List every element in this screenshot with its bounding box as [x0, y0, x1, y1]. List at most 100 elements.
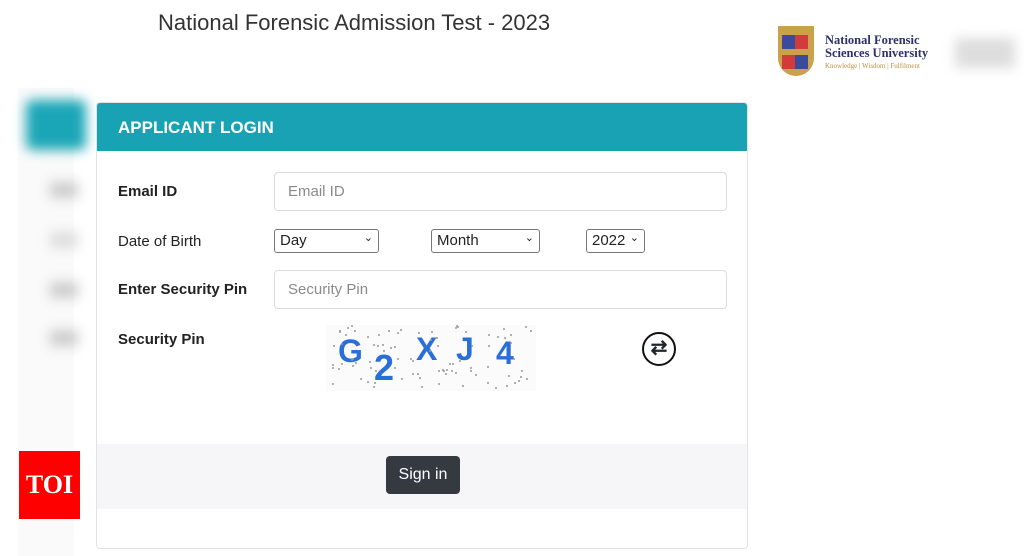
chevron-down-icon: ⌄ — [364, 231, 373, 244]
dob-label: Date of Birth — [118, 233, 201, 250]
captcha-noise-dot — [513, 358, 515, 360]
blurred-background-item — [50, 232, 78, 248]
captcha-noise-dot — [487, 382, 489, 384]
captcha-noise-dot — [510, 342, 512, 344]
captcha-noise-dot — [341, 363, 343, 365]
chevron-down-icon: ⌄ — [630, 231, 639, 244]
captcha-noise-dot — [506, 385, 508, 387]
captcha-noise-dot — [332, 383, 334, 385]
captcha-noise-dot — [470, 367, 472, 369]
day-value: Day — [280, 232, 307, 249]
captcha-noise-dot — [525, 326, 527, 328]
captcha-label: Security Pin — [118, 331, 205, 348]
captcha-noise-dot — [412, 360, 414, 362]
captcha-noise-dot — [417, 373, 419, 375]
captcha-noise-dot — [488, 334, 490, 336]
blurred-background-item — [50, 182, 78, 198]
captcha-noise-dot — [394, 346, 396, 348]
login-card: APPLICANT LOGIN Email ID Email ID Date o… — [96, 102, 748, 549]
captcha-noise-dot — [367, 381, 369, 383]
captcha-noise-dot — [457, 326, 459, 328]
captcha-noise-dot — [470, 370, 472, 372]
captcha-noise-dot — [520, 376, 522, 378]
card-header: APPLICANT LOGIN — [97, 103, 747, 151]
captcha-noise-dot — [455, 327, 457, 329]
captcha-noise-dot — [514, 382, 516, 384]
captcha-noise-dot — [370, 367, 372, 369]
captcha-noise-dot — [374, 382, 376, 384]
captcha-noise-dot — [367, 336, 369, 338]
captcha-char: J — [456, 331, 474, 368]
captcha-noise-dot — [400, 329, 402, 331]
captcha-noise-dot — [449, 363, 451, 365]
captcha-noise-dot — [438, 370, 440, 372]
email-input[interactable]: Email ID — [274, 172, 727, 211]
sign-in-button[interactable]: Sign in — [386, 456, 460, 494]
captcha-noise-dot — [438, 383, 440, 385]
captcha-noise-dot — [521, 370, 523, 372]
captcha-noise-dot — [332, 367, 334, 369]
captcha-noise-dot — [437, 345, 439, 347]
captcha-noise-dot — [487, 366, 489, 368]
nfsu-logo: National Forensic Sciences University Kno… — [770, 22, 950, 94]
captcha-char: 2 — [374, 347, 394, 389]
captcha-noise-dot — [360, 378, 362, 380]
captcha-noise-dot — [401, 378, 403, 380]
crest-icon — [778, 26, 814, 76]
captcha-noise-dot — [471, 345, 473, 347]
card-footer: Sign in — [97, 444, 747, 509]
captcha-noise-dot — [419, 377, 421, 379]
captcha-noise-dot — [373, 344, 375, 346]
captcha-noise-dot — [497, 336, 499, 338]
security-pin-input[interactable]: Security Pin — [274, 270, 727, 309]
captcha-noise-dot — [369, 361, 371, 363]
day-select[interactable]: Day ⌄ — [274, 229, 379, 253]
captcha-noise-dot — [394, 367, 396, 369]
captcha-noise-dot — [351, 359, 353, 361]
captcha-noise-dot — [488, 345, 490, 347]
year-select[interactable]: 2022 ⌄ — [586, 229, 645, 253]
month-value: Month — [437, 232, 479, 249]
toi-watermark-logo: TOI — [19, 451, 80, 519]
blurred-background-item — [50, 282, 78, 298]
year-value: 2022 — [592, 232, 625, 249]
captcha-noise-dot — [503, 328, 505, 330]
captcha-noise-dot — [354, 330, 356, 332]
captcha-noise-dot — [378, 334, 380, 336]
captcha-noise-dot — [412, 373, 414, 375]
captcha-noise-dot — [445, 373, 447, 375]
captcha-noise-dot — [475, 374, 477, 376]
captcha-noise-dot — [351, 325, 353, 327]
captcha-noise-dot — [347, 327, 349, 329]
captcha-char: 4 — [496, 335, 514, 372]
captcha-noise-dot — [397, 332, 399, 334]
captcha-noise-dot — [462, 385, 464, 387]
security-pin-label: Enter Security Pin — [118, 281, 247, 298]
page-title: National Forensic Admission Test - 2023 — [158, 10, 550, 36]
blurred-background-header — [26, 100, 86, 150]
captcha-noise-dot — [333, 345, 335, 347]
blurred-background-item — [955, 38, 1015, 68]
captcha-noise-dot — [355, 362, 357, 364]
captcha-noise-dot — [418, 332, 420, 334]
captcha-noise-dot — [455, 372, 457, 374]
captcha-noise-dot — [451, 370, 453, 372]
captcha-noise-dot — [382, 344, 384, 346]
captcha-noise-dot — [388, 330, 390, 332]
captcha-noise-dot — [397, 358, 399, 360]
captcha-noise-dot — [530, 330, 532, 332]
captcha-noise-dot — [452, 363, 454, 365]
captcha-noise-dot — [508, 375, 510, 377]
blurred-background-item — [50, 330, 78, 346]
refresh-icon[interactable]: ⇄ — [642, 332, 676, 366]
month-select[interactable]: Month ⌄ — [431, 229, 540, 253]
captcha-noise-dot — [383, 350, 385, 352]
captcha-noise-dot — [446, 369, 448, 371]
captcha-noise-dot — [510, 334, 512, 336]
captcha-noise-dot — [332, 364, 334, 366]
captcha-char: X — [416, 331, 437, 368]
captcha-noise-dot — [436, 337, 438, 339]
captcha-noise-dot — [526, 378, 528, 380]
email-label: Email ID — [118, 183, 177, 200]
captcha-noise-dot — [345, 334, 347, 336]
